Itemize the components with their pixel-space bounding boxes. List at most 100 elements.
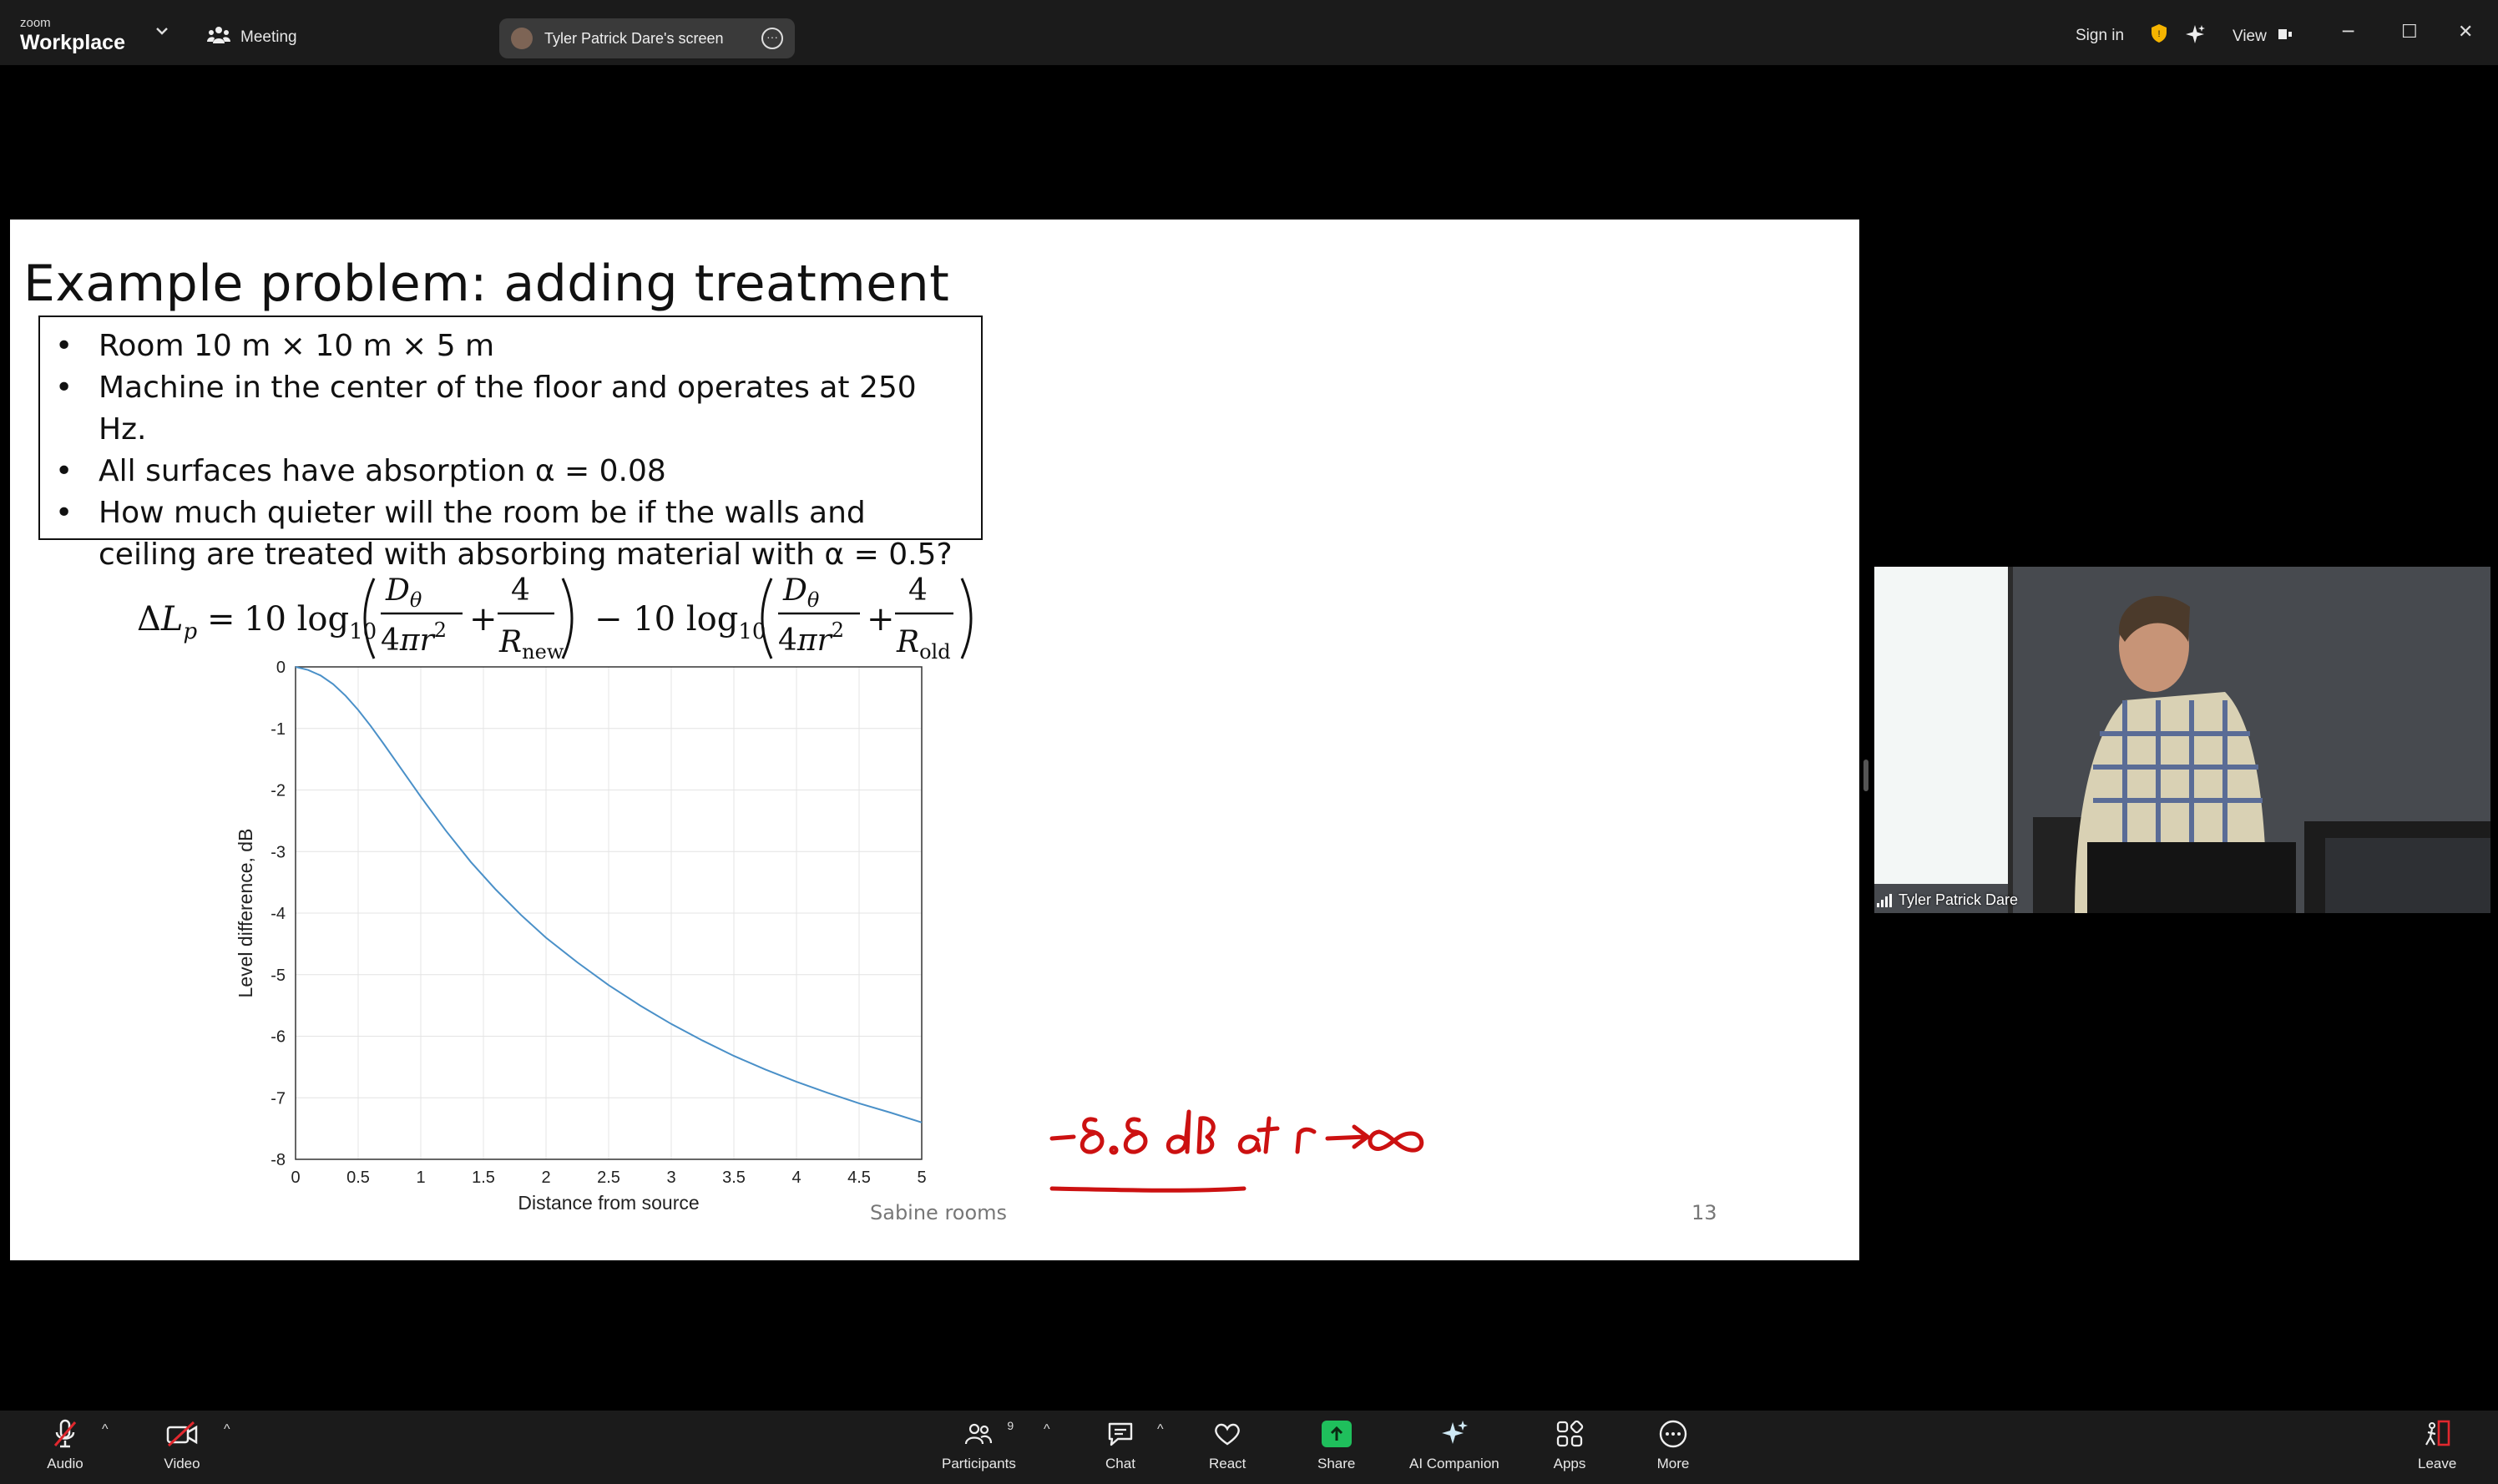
audio-label: Audio xyxy=(47,1456,83,1471)
bullet-item: All surfaces have absorption α = 0.08 xyxy=(53,451,964,492)
chat-button[interactable]: Chat xyxy=(1102,1416,1139,1472)
y-tick-label: -4 xyxy=(271,905,286,923)
connection-signal-icon xyxy=(1877,893,1892,907)
heart-react-icon xyxy=(1209,1416,1246,1452)
sign-in-link[interactable]: Sign in xyxy=(2076,27,2124,45)
audio-button[interactable]: Audio xyxy=(47,1416,83,1472)
leave-label: Leave xyxy=(2418,1456,2457,1471)
participant-name-label: Tyler Patrick Dare xyxy=(1877,891,2018,909)
participants-options-caret-icon[interactable]: ^ xyxy=(1044,1422,1050,1437)
video-label: Video xyxy=(164,1456,200,1471)
share-options-icon[interactable]: ··· xyxy=(761,28,783,49)
y-tick-label: -7 xyxy=(271,1089,286,1108)
svg-text:4: 4 xyxy=(908,573,928,608)
presenter-avatar xyxy=(511,28,533,49)
chart-ticks: 0 0.5 1 1.5 2 2.5 3 3.5 4 4.5 5 0 -1 -2 -3 -4 -5 -6 -7 -8 xyxy=(271,659,926,1187)
share-screen-button[interactable]: Share xyxy=(1317,1416,1355,1472)
y-tick-label: 0 xyxy=(276,659,286,677)
minimize-icon[interactable]: ─ xyxy=(2343,22,2354,43)
svg-text:=: = xyxy=(207,600,235,639)
svg-text:+: + xyxy=(469,600,498,639)
video-off-camera-icon xyxy=(164,1416,200,1452)
svg-text:ΔLp: ΔLp xyxy=(137,600,197,644)
panel-resize-handle[interactable] xyxy=(1863,760,1868,791)
ai-companion-button[interactable]: AI Companion xyxy=(1409,1416,1499,1472)
y-tick-label: -6 xyxy=(271,1028,286,1047)
view-button[interactable]: View xyxy=(2233,27,2293,47)
participant-count-badge: 9 xyxy=(1007,1419,1014,1432)
meeting-button[interactable]: Meeting xyxy=(207,25,297,50)
participants-label: Participants xyxy=(942,1456,1016,1471)
more-button[interactable]: More xyxy=(1655,1416,1691,1472)
chat-bubble-icon xyxy=(1102,1416,1139,1452)
x-tick-label: 1.5 xyxy=(472,1169,495,1187)
apps-grid-icon xyxy=(1551,1416,1588,1452)
zoom-workplace-logo[interactable]: zoom Workplace xyxy=(20,17,125,53)
react-button[interactable]: React xyxy=(1209,1416,1246,1472)
chat-options-caret-icon[interactable]: ^ xyxy=(1157,1422,1164,1437)
participants-people-icon: 9 xyxy=(960,1416,1014,1452)
share-pill-label: Tyler Patrick Dare's screen xyxy=(544,29,724,47)
participants-button[interactable]: 9 Participants xyxy=(942,1416,1016,1472)
y-tick-label: -3 xyxy=(271,843,286,861)
level-difference-equation: ΔLp = 10 log10 Dθ 4πr2 + 4 Rnew − 10 log… xyxy=(127,560,995,664)
svg-text:10 log10: 10 log10 xyxy=(244,600,377,644)
svg-text:4: 4 xyxy=(511,573,530,608)
leave-button[interactable]: Leave xyxy=(2418,1416,2456,1472)
svg-text:Dθ: Dθ xyxy=(782,573,820,612)
x-tick-label: 0 xyxy=(291,1169,300,1187)
y-axis-label: Level difference, dB xyxy=(235,829,256,998)
x-tick-label: 3 xyxy=(666,1169,675,1187)
slide-title: Example problem: adding treatment xyxy=(23,255,950,313)
x-tick-label: 2.5 xyxy=(597,1169,620,1187)
svg-text:+: + xyxy=(867,600,895,639)
leave-door-icon xyxy=(2419,1416,2455,1452)
muted-microphone-icon xyxy=(47,1416,83,1452)
ai-sparkle-icon[interactable] xyxy=(2184,23,2206,45)
x-tick-label: 0.5 xyxy=(346,1169,370,1187)
chat-label: Chat xyxy=(1105,1456,1135,1471)
title-bar: zoom Workplace Meeting Tyler Patrick Dar… xyxy=(0,0,2498,65)
y-tick-label: -1 xyxy=(271,720,286,739)
brand-big-text: Workplace xyxy=(20,31,125,54)
meeting-controls-toolbar: Audio ^ Video ^ 9 Participants ^ Chat ^ … xyxy=(0,1411,2498,1484)
bullet-item: Machine in the center of the floor and o… xyxy=(53,367,964,451)
screen-share-indicator[interactable]: Tyler Patrick Dare's screen ··· xyxy=(499,18,795,58)
security-shield-icon[interactable]: ! xyxy=(2151,23,2167,43)
apps-label: Apps xyxy=(1553,1456,1586,1471)
maximize-icon[interactable]: ☐ xyxy=(2401,22,2418,43)
slide-footer: Sabine rooms xyxy=(870,1201,1008,1224)
view-layout-icon xyxy=(2277,27,2293,47)
share-label: Share xyxy=(1317,1456,1356,1471)
audio-options-caret-icon[interactable]: ^ xyxy=(102,1422,109,1437)
x-tick-label: 2 xyxy=(541,1169,550,1187)
x-tick-label: 4 xyxy=(791,1169,801,1187)
x-tick-label: 5 xyxy=(917,1169,926,1187)
react-label: React xyxy=(1209,1456,1246,1471)
shared-slide: Example problem: adding treatment Room 1… xyxy=(10,220,1859,1260)
ai-companion-sparkle-icon xyxy=(1436,1416,1473,1452)
participant-name-text: Tyler Patrick Dare xyxy=(1899,891,2019,908)
close-icon[interactable]: ✕ xyxy=(2458,22,2473,43)
x-tick-label: 4.5 xyxy=(847,1169,871,1187)
x-axis-label: Distance from source xyxy=(518,1192,699,1214)
brand-chevron-down-icon[interactable] xyxy=(155,27,169,35)
bullet-item: Room 10 m × 10 m × 5 m xyxy=(53,326,964,367)
participant-video-tile[interactable] xyxy=(1874,567,2490,913)
bullet-list: Room 10 m × 10 m × 5 m Machine in the ce… xyxy=(53,326,964,576)
video-button[interactable]: Video xyxy=(164,1416,200,1472)
view-label: View xyxy=(2233,28,2267,45)
more-label: More xyxy=(1656,1456,1690,1471)
chart-grid xyxy=(295,666,923,1160)
ai-companion-label: AI Companion xyxy=(1409,1456,1499,1471)
svg-text:Dθ: Dθ xyxy=(385,573,422,612)
brand-small-text: zoom xyxy=(20,16,51,30)
x-tick-label: 1 xyxy=(416,1169,425,1187)
video-feed-image xyxy=(1874,567,2490,913)
apps-button[interactable]: Apps xyxy=(1551,1416,1588,1472)
slide-number: 13 xyxy=(1691,1201,1717,1224)
svg-text:!: ! xyxy=(2157,29,2160,39)
y-tick-label: -2 xyxy=(271,782,286,800)
video-options-caret-icon[interactable]: ^ xyxy=(224,1422,230,1437)
share-screen-icon xyxy=(1318,1416,1355,1452)
